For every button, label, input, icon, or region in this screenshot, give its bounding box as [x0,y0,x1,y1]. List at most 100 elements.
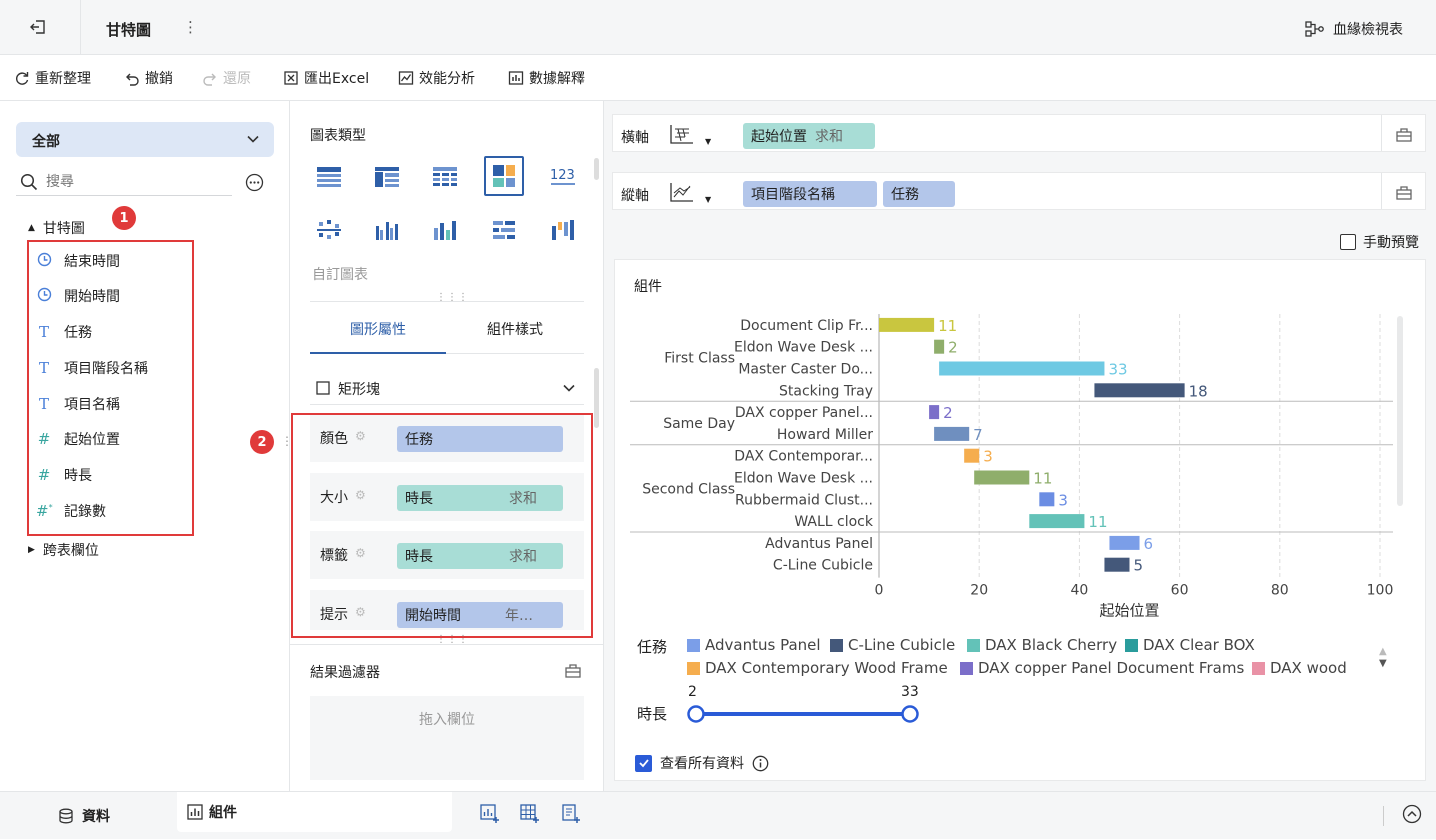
x-tick-label: 0 [875,583,884,599]
refresh-button[interactable]: 重新整理 [14,67,91,89]
legend-scroll-down-icon[interactable]: ▼ [1379,658,1387,669]
duration-range-slider[interactable] [685,702,921,726]
legend-item[interactable]: Advantus Panel [687,636,821,654]
bar-data-label: 2 [943,404,953,422]
row-label: Howard Miller [777,427,873,443]
lineage-view-button[interactable]: 血緣檢視表 [1305,19,1403,39]
custom-chart-icon-selected[interactable] [484,156,524,196]
tree-group-gantt[interactable]: ▲ 甘特圖 [28,218,85,238]
row-label: DAX Contemporar... [734,449,873,465]
y-axis-field-pill[interactable]: 項目階段名稱 [743,181,877,207]
search-box[interactable] [16,168,232,196]
highlight-box-properties [291,413,593,638]
group-label: Second Class [642,481,735,497]
horizontal-bar-icon[interactable] [490,218,518,242]
search-input[interactable] [46,172,226,192]
data-explain-button[interactable]: 數據解釋 [508,67,585,89]
scrollbar[interactable] [1397,316,1403,506]
toolbar: 重新整理 撤銷 還原 匯出Excel 效能分析 數據解釋 [0,55,1436,101]
mark-type-select[interactable]: 矩形塊 [310,373,584,405]
view-all-data-toggle[interactable]: 查看所有資料 [635,753,769,773]
x-axis-row: 橫軸 ▼ 起始位置 求和 [612,114,1426,152]
y-axis-field-pill[interactable]: 任務 [883,181,955,207]
x-tick-label: 80 [1271,583,1289,599]
table-chart-icon[interactable] [315,164,343,188]
more-options-icon[interactable] [245,173,264,192]
gantt-bar [1094,383,1185,398]
legend-item[interactable]: DAX copper Panel Document Frams [960,659,1244,677]
checkbox-checked[interactable] [635,754,652,772]
legend-item[interactable]: DAX wood [1252,659,1347,677]
refresh-icon [14,70,30,86]
exit-icon[interactable] [28,17,48,37]
performance-icon [398,70,414,86]
dataset-select[interactable]: 全部 [16,122,274,157]
bar-data-label: 5 [1134,557,1144,575]
tab-data[interactable]: 資料 [58,792,110,840]
caret-down-icon[interactable]: ▼ [705,137,711,146]
legend-scroll-up-icon[interactable]: ▲ [1379,646,1387,657]
group-label: Same Day [663,416,735,432]
lock-icon[interactable] [1395,184,1413,200]
bar-data-label: 3 [983,448,993,466]
resize-handle[interactable]: ⋮⋮⋮ [436,292,469,303]
filter-drop-zone[interactable]: 拖入欄位 [310,696,584,780]
detail-table-icon[interactable] [431,164,459,188]
lock-icon[interactable] [1395,126,1413,142]
legend-item[interactable]: C-Line Cubicle [830,636,955,654]
manual-preview-toggle[interactable]: 手動預覽 [1340,232,1419,252]
caret-right-icon: ▶ [28,545,35,555]
x-axis-type-icon[interactable] [669,123,695,145]
gantt-bar [974,470,1030,485]
x-tick-label: 20 [970,583,988,599]
legend-item[interactable]: DAX Clear BOX [1125,636,1255,654]
gantt-bar [1039,492,1055,507]
y-axis-type-icon[interactable] [669,181,695,203]
tree-group-cross-table[interactable]: ▶ 跨表欄位 [28,540,99,560]
bar-data-label: 6 [1144,535,1154,553]
divider [1383,806,1384,826]
grouped-bar-icon[interactable] [373,218,401,242]
add-table-icon[interactable] [520,804,540,824]
tab-widget-style[interactable]: 組件樣式 [446,312,584,354]
redo-button[interactable]: 還原 [202,67,251,89]
x-axis-field-pill[interactable]: 起始位置 求和 [743,123,875,149]
lock-icon[interactable] [564,662,582,678]
tab-widget-active[interactable]: 組件 [177,792,452,832]
cross-table-icon[interactable] [373,164,401,188]
bottom-bar: 資料 組件 [0,791,1436,839]
add-report-icon[interactable] [561,804,581,824]
row-label: Document Clip Fr... [740,318,873,334]
kpi-number-icon[interactable]: 123 [549,164,577,188]
collapse-up-icon[interactable] [1402,804,1422,824]
slider-handle-max[interactable] [901,705,919,723]
waterfall-chart-icon[interactable] [549,218,577,242]
divider [1381,115,1382,151]
gantt-bar [964,448,980,463]
performance-analysis-button[interactable]: 效能分析 [398,67,475,89]
row-label: DAX copper Panel... [735,405,873,421]
gantt-bar [934,339,945,354]
gantt-bar [934,426,970,441]
checkbox-unchecked[interactable] [1340,234,1356,250]
info-icon[interactable] [752,755,769,772]
dot-chart-icon[interactable] [315,218,343,242]
row-label: Master Caster Do... [738,362,873,378]
export-excel-button[interactable]: 匯出Excel [283,67,369,89]
chevron-down-icon [562,381,576,395]
legend-item[interactable]: DAX Black Cherry [967,636,1117,654]
legend-item[interactable]: DAX Contemporary Wood Frame [687,659,948,677]
scrollbar[interactable] [594,368,599,428]
undo-button[interactable]: 撤銷 [124,67,173,89]
slider-handle-min[interactable] [687,705,705,723]
tab-shape-properties[interactable]: 圖形屬性 [310,312,446,354]
scrollbar[interactable] [594,158,599,180]
more-menu-button[interactable]: ⋮ [183,18,198,36]
drag-handle[interactable]: ⋮ [281,434,293,448]
divider [1381,173,1382,209]
add-widget-icon[interactable] [480,804,500,824]
lineage-icon [1305,21,1325,37]
group-label: First Class [664,351,735,367]
caret-down-icon[interactable]: ▼ [705,195,711,204]
bar-chart-icon[interactable] [431,218,459,242]
